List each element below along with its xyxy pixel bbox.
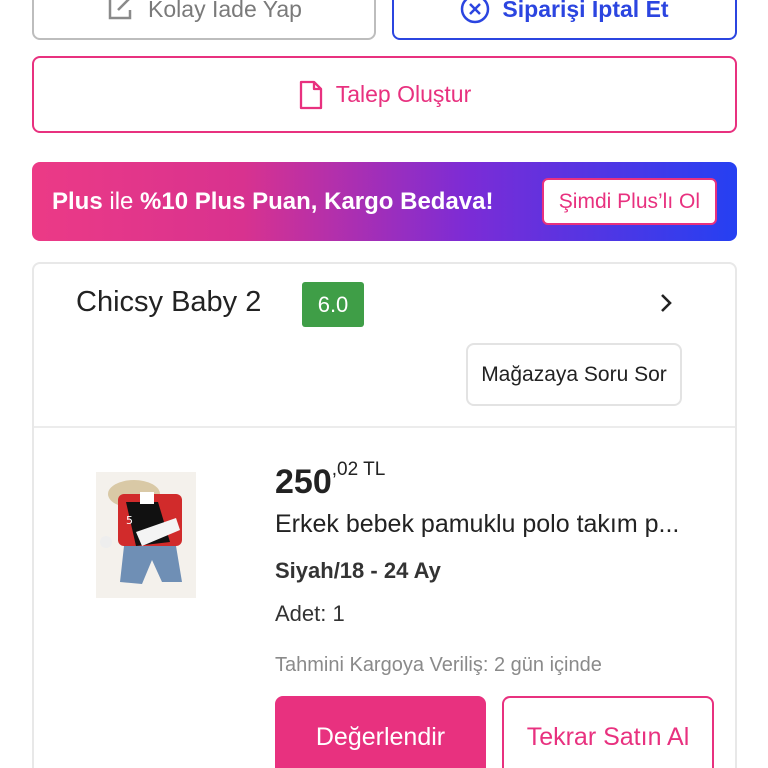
product-quantity: Adet: 1 — [275, 601, 345, 626]
product-image[interactable]: 5 — [96, 472, 196, 598]
create-request-label: Talep Oluştur — [335, 81, 472, 107]
plus-connector: ile — [109, 187, 134, 215]
plus-brand: Plus — [52, 187, 103, 215]
external-link-icon — [106, 0, 136, 22]
plus-offer: %10 Plus Puan, Kargo Bedava! — [140, 187, 494, 215]
easy-return-label: Kolay İade Yap — [148, 0, 302, 22]
product-variant: Siyah/18 - 24 Ay — [275, 558, 441, 583]
chevron-right-icon[interactable] — [656, 288, 678, 318]
svg-text:5: 5 — [126, 514, 133, 527]
product-price: 250,02 TL — [275, 459, 385, 502]
ask-store-button[interactable]: Mağazaya Soru Sor — [466, 343, 682, 406]
card-divider — [34, 426, 735, 428]
store-name[interactable]: Chicsy Baby 2 — [76, 286, 261, 319]
join-plus-button[interactable]: Şimdi Plus’lı Ol — [541, 178, 717, 225]
product-name[interactable]: Erkek bebek pamuklu polo takım p... — [275, 510, 679, 539]
cancel-order-button[interactable]: Siparişi İptal Et — [392, 0, 737, 40]
store-rating-badge: 6.0 — [302, 282, 364, 327]
buy-again-button[interactable]: Tekrar Satın Al — [502, 696, 714, 768]
plus-promo-text: Plus ile %10 Plus Puan, Kargo Bedava! — [52, 188, 494, 216]
price-main: 250 — [275, 463, 332, 501]
rate-product-button[interactable]: Değerlendir — [275, 696, 486, 768]
shipping-eta: Tahmini Kargoya Veriliş: 2 gün içinde — [275, 654, 602, 676]
document-icon — [298, 80, 324, 110]
easy-return-button[interactable]: Kolay İade Yap — [32, 0, 376, 40]
create-request-button[interactable]: Talep Oluştur — [32, 56, 737, 133]
price-fraction: ,02 TL — [331, 459, 386, 480]
cancel-order-label: Siparişi İptal Et — [502, 0, 669, 22]
cancel-circle-icon — [460, 0, 490, 24]
store-order-card: Chicsy Baby 2 6.0 Mağazaya Soru Sor 5 25… — [32, 262, 737, 768]
plus-promo-banner[interactable]: Plus ile %10 Plus Puan, Kargo Bedava! Şi… — [32, 162, 737, 241]
